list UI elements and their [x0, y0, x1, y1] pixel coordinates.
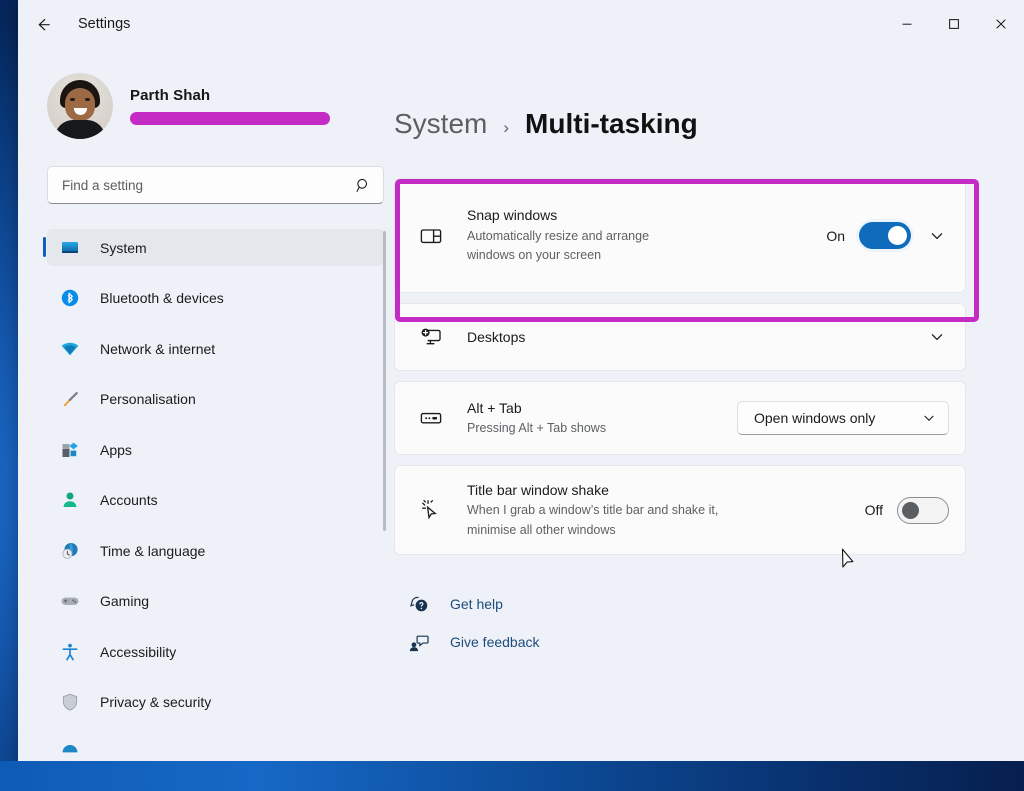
bluetooth-icon	[59, 287, 81, 309]
get-help-link[interactable]: Get help	[394, 585, 634, 623]
sidebar: Parth Shah Find a setting System Bluetoo…	[18, 48, 394, 782]
card-description: When I grab a window’s title bar and sha…	[467, 503, 719, 537]
window-body: Parth Shah Find a setting System Bluetoo…	[18, 48, 1024, 782]
wifi-icon	[59, 338, 81, 360]
settings-card-desktops[interactable]: Desktops	[394, 303, 966, 371]
card-text: Desktops	[467, 313, 925, 361]
alt-tab-dropdown-value: Open windows only	[754, 410, 876, 426]
sidebar-item-network-internet[interactable]: Network & internet	[47, 330, 384, 367]
alt-tab-dropdown[interactable]: Open windows only	[737, 401, 949, 435]
sidebar-item-label: Personalisation	[100, 391, 196, 407]
chevron-down-icon	[922, 411, 936, 425]
card-controls: On	[826, 222, 949, 249]
cursor-shake-icon	[417, 498, 445, 522]
settings-card-snap-windows[interactable]: Snap windows Automatically resize and ar…	[394, 178, 979, 322]
footer-links: Get help Give feedback	[394, 585, 1024, 661]
sidebar-item-label: Network & internet	[100, 340, 216, 357]
content-pane: System › Multi-tasking Snap windows Auto…	[394, 48, 1024, 782]
settings-window: Settings Parth Shah Find a setting Syste…	[18, 0, 1024, 782]
monitor-icon	[59, 237, 81, 259]
card-description: Automatically resize and arrange windows…	[467, 228, 650, 263]
snap-layout-icon	[417, 224, 445, 248]
sidebar-item-label: Accessibility	[100, 643, 177, 660]
desktop-background: Settings Parth Shah Find a setting Syste…	[0, 0, 1024, 791]
search-icon[interactable]	[355, 177, 372, 194]
avatar	[47, 73, 113, 139]
paintbrush-icon	[59, 388, 81, 410]
close-icon[interactable]	[977, 0, 1024, 48]
sidebar-item-label: Accounts	[100, 492, 158, 508]
sidebar-item-time-language[interactable]: Time & language	[47, 532, 384, 569]
card-text: Title bar window shake When I grab a win…	[467, 466, 865, 554]
card-title: Alt + Tab	[467, 399, 522, 416]
card-controls: Off	[864, 496, 949, 524]
title-bar-shake-state-label: Off	[864, 502, 883, 519]
chevron-down-icon[interactable]	[925, 224, 949, 248]
settings-card-list: Snap windows Automatically resize and ar…	[394, 178, 979, 556]
person-icon	[59, 489, 81, 511]
sidebar-item-apps[interactable]: Apps	[47, 431, 384, 468]
gamepad-icon	[59, 590, 81, 612]
account-name: Parth Shah	[130, 87, 211, 104]
footer-link-label: Give feedback	[450, 634, 540, 651]
sidebar-item-label: Time & language	[100, 542, 206, 559]
sidebar-scrollbar-track[interactable]	[383, 229, 390, 774]
window-controls	[883, 0, 1024, 48]
card-controls	[925, 325, 949, 349]
sidebar-item-label: System	[100, 239, 147, 256]
sidebar-item-windows-update[interactable]	[47, 734, 384, 771]
breadcrumb-parent[interactable]: System	[394, 108, 487, 140]
search-box[interactable]	[47, 166, 384, 204]
card-text: Alt + Tab Pressing Alt + Tab shows	[467, 384, 737, 453]
minimize-icon[interactable]	[883, 0, 930, 48]
sidebar-item-label: Gaming	[100, 593, 150, 609]
card-text: Snap windows Automatically resize and ar…	[467, 191, 826, 279]
windows-update-icon	[59, 742, 81, 764]
sidebar-item-label: Privacy & security	[100, 694, 212, 710]
sidebar-item-label: Apps	[100, 441, 132, 458]
window-title-bar: Settings	[18, 0, 1024, 48]
keyboard-icon	[417, 406, 445, 430]
chevron-down-icon[interactable]	[925, 325, 949, 349]
app-title: Settings	[78, 16, 131, 32]
card-description: Pressing Alt + Tab shows	[467, 420, 607, 435]
account-text: Parth Shah	[130, 87, 330, 125]
card-title: Snap windows	[467, 207, 558, 224]
title-bar-shake-toggle[interactable]	[897, 496, 949, 524]
card-title: Title bar window shake	[467, 482, 609, 498]
settings-card-title-bar-window-shake[interactable]: Title bar window shake When I grab a win…	[394, 465, 966, 556]
sidebar-item-accessibility[interactable]: Accessibility	[47, 633, 384, 670]
give-feedback-link[interactable]: Give feedback	[394, 623, 634, 661]
breadcrumb-separator-icon: ›	[503, 118, 510, 137]
account-email-redaction	[130, 112, 330, 125]
clock-globe-icon	[59, 540, 81, 562]
card-title: Desktops	[467, 328, 526, 345]
apps-icon	[59, 439, 81, 461]
search-input[interactable]	[62, 177, 355, 193]
accessibility-icon	[59, 641, 81, 663]
sidebar-item-accounts[interactable]: Accounts	[47, 482, 384, 519]
settings-card-alt-tab[interactable]: Alt + Tab Pressing Alt + Tab shows Open …	[394, 381, 966, 455]
sidebar-item-system[interactable]: System	[43, 229, 384, 266]
snap-windows-toggle[interactable]	[859, 222, 911, 249]
desktop-add-icon	[417, 325, 445, 349]
shield-icon	[59, 691, 81, 713]
snap-windows-state-label: On	[826, 227, 845, 244]
sidebar-nav: System Bluetooth & devices Network & int…	[31, 229, 394, 774]
sidebar-item-personalisation[interactable]: Personalisation	[47, 381, 384, 418]
card-controls: Open windows only	[737, 401, 949, 435]
sidebar-item-bluetooth-devices[interactable]: Bluetooth & devices	[47, 280, 384, 317]
breadcrumb: System › Multi-tasking	[394, 108, 1024, 150]
account-block[interactable]: Parth Shah	[47, 70, 394, 142]
sidebar-item-gaming[interactable]: Gaming	[47, 583, 384, 620]
help-icon	[404, 594, 434, 615]
back-arrow-icon[interactable]	[24, 8, 60, 40]
maximize-icon[interactable]	[930, 0, 977, 48]
sidebar-item-privacy-security[interactable]: Privacy & security	[47, 684, 384, 721]
page-title: Multi-tasking	[525, 108, 698, 139]
sidebar-scrollbar-thumb[interactable]	[383, 231, 386, 531]
sidebar-item-label: Bluetooth & devices	[100, 290, 224, 306]
footer-link-label: Get help	[450, 596, 503, 613]
feedback-icon	[404, 632, 434, 653]
